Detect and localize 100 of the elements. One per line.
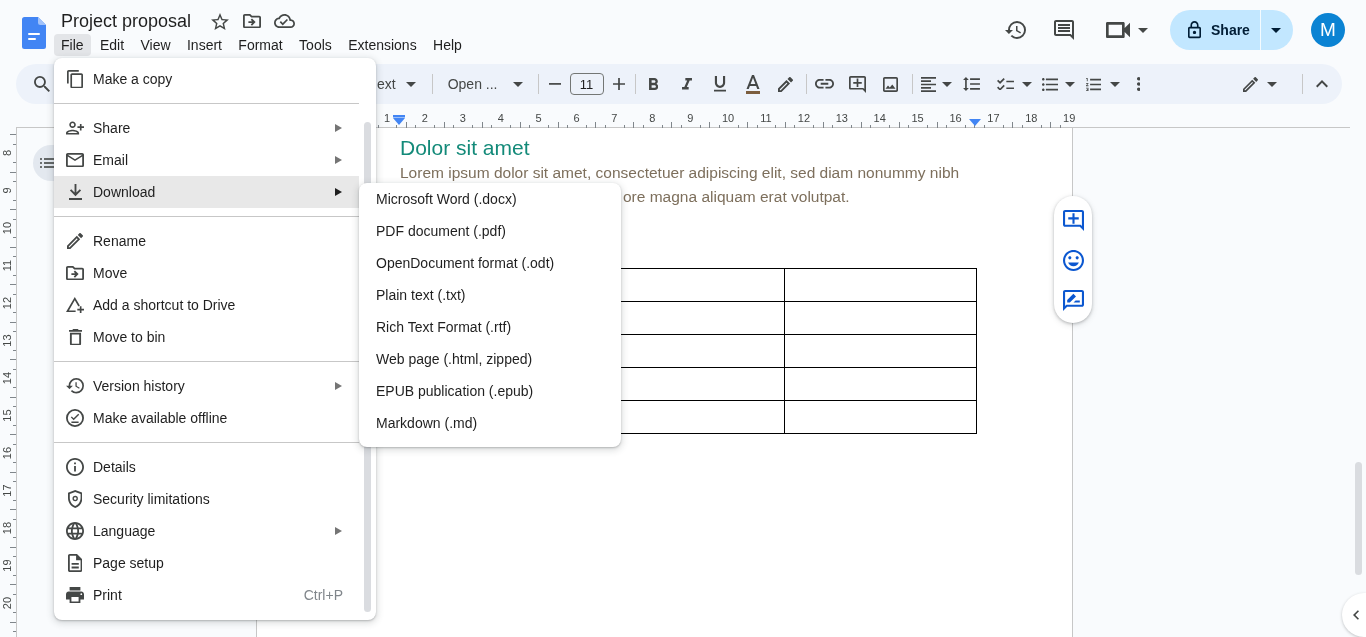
bulleted-list-icon[interactable] xyxy=(1041,77,1058,91)
link-icon[interactable] xyxy=(815,79,834,89)
line-spacing-icon[interactable] xyxy=(963,77,980,91)
font-dropdown[interactable]: Open ... xyxy=(447,72,523,96)
suggest-edit-icon[interactable] xyxy=(1062,290,1084,311)
menu-bar-item[interactable]: Edit xyxy=(92,34,132,56)
search-icon[interactable] xyxy=(34,76,50,92)
ruler-number: 16 xyxy=(949,112,962,124)
ruler-number: 2 xyxy=(421,112,428,124)
menu-item[interactable]: EPUB publication (.epub) xyxy=(359,375,621,407)
ruler-number: 13 xyxy=(835,112,848,124)
ruler-number: 19 xyxy=(1063,112,1076,124)
menu-bar-item[interactable]: File xyxy=(54,34,91,56)
italic-icon[interactable] xyxy=(681,78,692,90)
ruler-number: 19 xyxy=(1,559,13,572)
star-icon[interactable] xyxy=(211,12,230,30)
side-panel-toggle-button[interactable] xyxy=(1342,593,1366,637)
caret-icon[interactable] xyxy=(1138,27,1148,33)
comment-icon[interactable] xyxy=(1054,20,1074,40)
ruler-number: 12 xyxy=(797,112,811,124)
add-comment-icon[interactable] xyxy=(849,75,866,93)
caret-icon[interactable] xyxy=(1109,81,1120,87)
history-icon[interactable] xyxy=(1005,21,1026,39)
checklist-icon[interactable] xyxy=(997,77,1014,91)
scrollbar-thumb[interactable] xyxy=(1355,462,1362,575)
ruler-number: 18 xyxy=(1,521,13,535)
person-add-icon xyxy=(66,121,84,135)
document-heading: Dolor sit amet xyxy=(400,136,530,160)
menu-item[interactable]: Make available offline xyxy=(54,402,359,434)
menu-item[interactable]: Plain text (.txt) xyxy=(359,279,621,311)
avatar[interactable]: M xyxy=(1311,13,1345,47)
menu-item[interactable]: Make a copy xyxy=(54,63,359,95)
menu-item[interactable]: Print Ctrl+P xyxy=(54,579,359,611)
menu-item[interactable]: OpenDocument format (.odt) xyxy=(359,247,621,279)
text-color-icon[interactable] xyxy=(745,74,760,94)
pencil-icon[interactable] xyxy=(1243,76,1258,92)
ruler-number: 15 xyxy=(1,409,13,422)
caret-icon[interactable] xyxy=(1266,81,1277,87)
plus-icon[interactable] xyxy=(612,78,625,90)
menu-item[interactable]: Email xyxy=(54,144,359,176)
menu-bar-item[interactable]: Insert xyxy=(179,34,229,56)
video-camera-icon[interactable] xyxy=(1106,22,1130,38)
list-icon xyxy=(40,157,54,169)
right-indent-marker[interactable] xyxy=(969,119,981,126)
emoji-icon[interactable] xyxy=(1062,250,1084,271)
menu-item[interactable]: Move xyxy=(54,257,359,289)
menu-bar-item[interactable]: Extensions xyxy=(341,34,424,56)
bold-icon[interactable] xyxy=(648,78,659,90)
menu-item[interactable]: Share xyxy=(54,112,359,144)
menu-item[interactable]: Web page (.html, zipped) xyxy=(359,343,621,375)
pen-icon[interactable] xyxy=(778,76,793,92)
menu-item[interactable]: Microsoft Word (.docx) xyxy=(359,183,621,215)
folder-arrow-icon[interactable] xyxy=(243,13,262,29)
caret-icon[interactable] xyxy=(1064,81,1075,87)
copy-icon xyxy=(67,69,83,89)
chevron-up-icon[interactable] xyxy=(1315,80,1328,88)
menu-item[interactable]: Rich Text Format (.rtf) xyxy=(359,311,621,343)
menu-bar-item[interactable]: Format xyxy=(231,34,290,56)
menu-item[interactable]: Rename xyxy=(54,225,359,257)
share-button[interactable]: Share xyxy=(1170,10,1260,50)
image-icon[interactable] xyxy=(883,76,898,92)
ruler-number: 17 xyxy=(1,484,13,497)
menu-bar-item[interactable]: View xyxy=(133,34,178,56)
menu-bar-item[interactable]: Tools xyxy=(292,34,339,56)
menu-bar-item[interactable]: Help xyxy=(426,34,469,56)
menu-item[interactable]: Security limitations xyxy=(54,483,359,515)
menu-item[interactable]: Version history xyxy=(54,370,359,402)
menu-item[interactable]: Add a shortcut to Drive xyxy=(54,289,359,321)
docs-logo-icon[interactable] xyxy=(22,17,46,49)
caret-icon[interactable] xyxy=(1021,81,1032,87)
share-options-button[interactable] xyxy=(1260,10,1293,50)
style-dropdown[interactable]: ext xyxy=(377,72,416,96)
globe-icon xyxy=(66,522,84,540)
menu-item[interactable]: Page setup xyxy=(54,547,359,579)
ruler-number: 1 xyxy=(383,112,391,124)
ruler-number: 14 xyxy=(1,371,13,385)
menu-item[interactable]: Markdown (.md) xyxy=(359,407,621,439)
ruler-number: 4 xyxy=(497,112,504,124)
keyboard-shortcut: Ctrl+P xyxy=(303,587,343,603)
caret-icon[interactable] xyxy=(941,81,952,87)
more-options-icon[interactable] xyxy=(1136,77,1141,91)
menu-item[interactable]: Details xyxy=(54,451,359,483)
caret-icon xyxy=(405,81,416,87)
align-left-icon[interactable] xyxy=(921,76,936,92)
menu-item[interactable]: Download xyxy=(54,176,359,208)
document-title[interactable]: Project proposal xyxy=(61,9,192,33)
paragraph-text: Lorem ipsum dolor sit amet, consectetuer adipiscing elit, sed diam nonummy nibh xyxy=(400,164,960,182)
menu-item[interactable]: Language xyxy=(54,515,359,547)
left-indent-marker[interactable] xyxy=(393,115,405,125)
cloud-check-icon[interactable] xyxy=(274,14,296,28)
menu-item[interactable]: Move to bin xyxy=(54,321,359,353)
underline-icon[interactable] xyxy=(713,76,726,92)
document-icon xyxy=(67,554,83,572)
document-outline-button[interactable] xyxy=(33,145,54,181)
menu-item[interactable]: PDF document (.pdf) xyxy=(359,215,621,247)
minus-icon[interactable] xyxy=(548,83,561,85)
font-size-field[interactable]: 11 xyxy=(569,73,604,95)
numbered-list-icon[interactable] xyxy=(1085,77,1102,91)
add-comment-icon[interactable] xyxy=(1062,210,1084,231)
trash-icon xyxy=(68,328,82,346)
